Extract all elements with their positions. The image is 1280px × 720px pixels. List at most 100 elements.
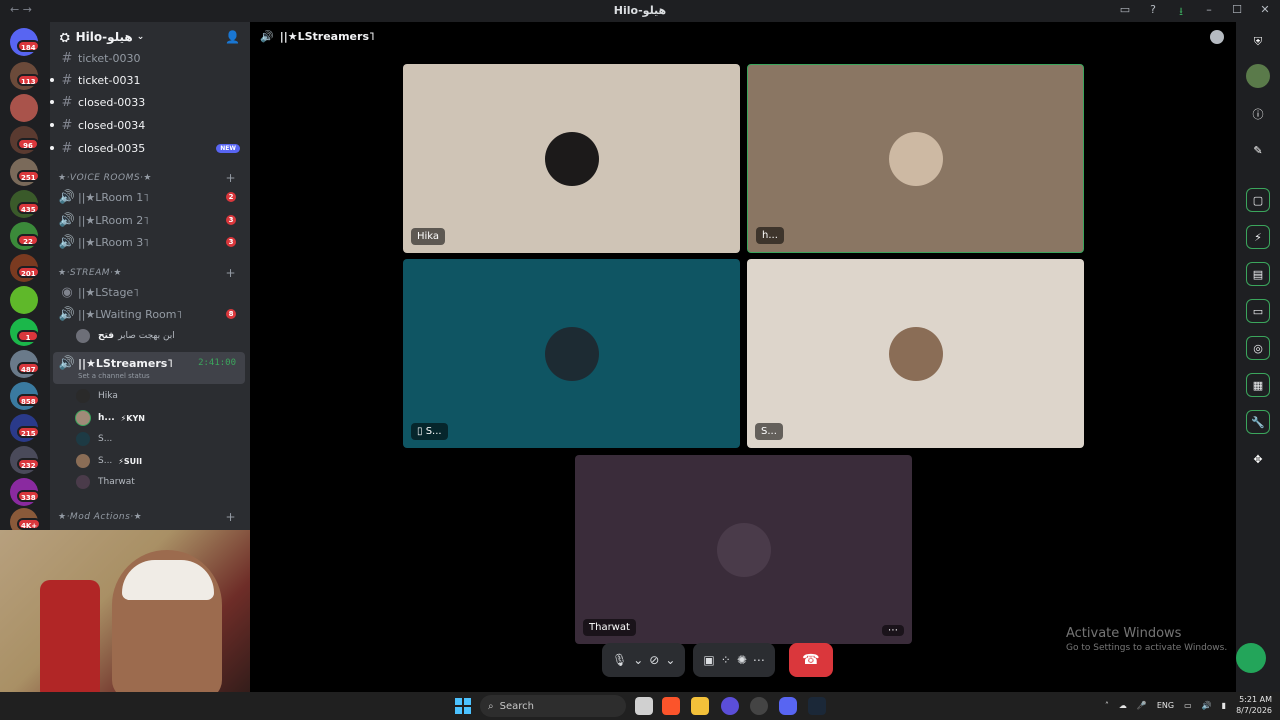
brave-browser-icon[interactable] [662, 697, 680, 715]
add-member-icon[interactable]: 👤 [225, 30, 240, 44]
channel-label: ||★LStreamers˥ [78, 356, 173, 370]
hash-icon: # [61, 50, 73, 66]
clock-time: 5:21 AM [1239, 695, 1272, 704]
chat-icon[interactable] [1210, 30, 1224, 44]
activation-watermark: Activate Windows Go to Settings to activ… [1066, 626, 1227, 653]
user-avatar[interactable] [1246, 64, 1270, 88]
more-options-button[interactable]: ⋯ [882, 625, 904, 636]
volume-icon[interactable]: 🔊 [1202, 701, 1212, 710]
video-tile[interactable]: Hika [403, 64, 740, 253]
channel-closed-0033[interactable]: # closed-0033 [58, 92, 244, 112]
minimize-icon[interactable]: – [1202, 3, 1216, 22]
chevron-down-icon[interactable]: ⌄ [633, 653, 643, 667]
voice-user-row[interactable]: S... [76, 430, 112, 448]
video-tile[interactable]: S... [747, 259, 1084, 448]
channel-ticket-0030[interactable]: # ticket-0030 [58, 48, 244, 68]
avatar [888, 131, 943, 186]
taskbar-search[interactable]: ⌕ Search [480, 695, 626, 717]
soundboard-icon[interactable]: ✺ [737, 653, 747, 667]
chevron-down-icon[interactable]: ⌄ [665, 653, 675, 667]
layout-icon[interactable]: ▦ [1246, 373, 1270, 397]
app-icon[interactable] [750, 697, 768, 715]
video-tile[interactable]: ▯ S... [403, 259, 740, 448]
hash-icon: # [61, 140, 73, 156]
language-indicator[interactable]: ENG [1157, 701, 1174, 710]
app-icon[interactable] [721, 697, 739, 715]
guild-icon[interactable] [10, 286, 38, 314]
pencil-icon[interactable]: ✎ [1246, 138, 1270, 162]
steam-icon[interactable] [808, 697, 826, 715]
screenshot-icon[interactable]: ▢ [1246, 188, 1270, 212]
call-timer: 2:41:00 [198, 358, 236, 368]
wrench-icon[interactable]: 🔧 [1246, 410, 1270, 434]
avatar [544, 131, 599, 186]
voice-user-row[interactable]: Tharwat [76, 473, 135, 491]
add-channel-icon[interactable]: + [225, 510, 236, 524]
voice-user-row[interactable]: h... ⚡KYN [76, 409, 145, 427]
more-icon[interactable]: ⋯ [753, 653, 765, 667]
shield-icon[interactable]: ⛨ [1246, 30, 1270, 54]
guild-icon[interactable] [10, 94, 38, 122]
streamers-channel[interactable]: 🔊 ||★LStreamers˥ 2:41:00 [58, 353, 244, 373]
disconnect-button[interactable]: ☎ [788, 643, 833, 677]
mic-tray-icon[interactable]: 🎤 [1137, 701, 1147, 710]
start-icon[interactable] [455, 698, 471, 714]
voice-room-1[interactable]: 🔊 ||★LRoom 1˥ 2 [58, 187, 244, 207]
avatar [544, 326, 599, 381]
channel-status[interactable]: Set a channel status [78, 372, 150, 380]
document-icon[interactable]: ▤ [1246, 262, 1270, 286]
close-icon[interactable]: ✕ [1258, 3, 1272, 22]
voice-user-row[interactable]: فتح ابن بهجت صابر [76, 327, 175, 345]
category-voice-rooms[interactable]: ★·VOICE ROOMS·★ + [58, 170, 244, 186]
inbox-icon[interactable]: ▭ [1118, 3, 1132, 22]
stage-channel[interactable]: ◉ ||★LStage˥ [58, 282, 244, 302]
clock-date: 8/7/2026 [1236, 706, 1272, 715]
broadcast-icon[interactable]: ◎ [1246, 336, 1270, 360]
category-stream[interactable]: ★·STREAM·★ + [58, 265, 244, 281]
apps-icon[interactable]: ✥ [1246, 447, 1270, 471]
action-controls: ▣ ⁘ ✺ ⋯ [693, 643, 775, 677]
headset-button[interactable] [1236, 643, 1266, 673]
info-icon[interactable]: ⓘ [1246, 102, 1270, 126]
guild-badge: 338 [17, 490, 40, 502]
user-name: ابن بهجت صابر [118, 331, 175, 341]
channel-closed-0034[interactable]: # closed-0034 [58, 115, 244, 135]
discord-icon[interactable] [779, 697, 797, 715]
guild-badge: 232 [17, 458, 40, 470]
waiting-room-channel[interactable]: 🔊 ||★LWaiting Room˥ 8 [58, 304, 244, 324]
avatar [76, 475, 90, 489]
cloud-icon[interactable]: ☁ [1119, 701, 1127, 710]
download-icon[interactable]: ⭳ [1174, 3, 1188, 22]
add-channel-icon[interactable]: + [225, 171, 236, 185]
activities-icon[interactable]: ⁘ [721, 653, 731, 667]
chair-shape [40, 580, 100, 692]
file-explorer-icon[interactable] [691, 697, 709, 715]
video-tile[interactable]: Tharwat ⋯ [575, 455, 912, 644]
speaker-icon: 🔊 [58, 212, 76, 228]
watermark-subtitle: Go to Settings to activate Windows. [1066, 643, 1228, 653]
battery-icon[interactable]: ▮ [1222, 701, 1226, 710]
bolt-icon[interactable]: ⚡ [1246, 225, 1270, 249]
screen-share-icon[interactable]: ▣ [703, 653, 714, 667]
category-mod-actions[interactable]: ★·Mod Actions·★ + [58, 509, 244, 525]
participant-name: S... [755, 423, 783, 440]
camera-off-icon[interactable]: ⊘ [649, 653, 659, 667]
chat-bubble-icon[interactable]: ▭ [1246, 299, 1270, 323]
voice-room-3[interactable]: 🔊 ||★LRoom 3˥ 3 [58, 232, 244, 252]
clock[interactable]: 5:21 AM 8/7/2026 [1236, 694, 1272, 716]
avatar [76, 329, 90, 343]
chevron-down-icon: ⌄ [136, 32, 145, 42]
voice-user-row[interactable]: Hika [76, 387, 118, 405]
help-icon[interactable]: ? [1146, 3, 1160, 22]
channel-ticket-0031[interactable]: # ticket-0031 [58, 70, 244, 90]
add-channel-icon[interactable]: + [225, 266, 236, 280]
maximize-icon[interactable]: ☐ [1230, 3, 1244, 22]
voice-room-2[interactable]: 🔊 ||★LRoom 2˥ 3 [58, 210, 244, 230]
network-icon[interactable]: ▭ [1184, 701, 1192, 710]
voice-user-row[interactable]: S... ⚡SUII [76, 452, 142, 470]
chevron-up-icon[interactable]: ˄ [1105, 701, 1109, 710]
channel-closed-0035[interactable]: # closed-0035 NEW [58, 138, 244, 158]
microphone-icon[interactable]: 🎙 [612, 653, 627, 667]
task-view-icon[interactable] [635, 697, 653, 715]
video-tile[interactable]: h... [747, 64, 1084, 253]
